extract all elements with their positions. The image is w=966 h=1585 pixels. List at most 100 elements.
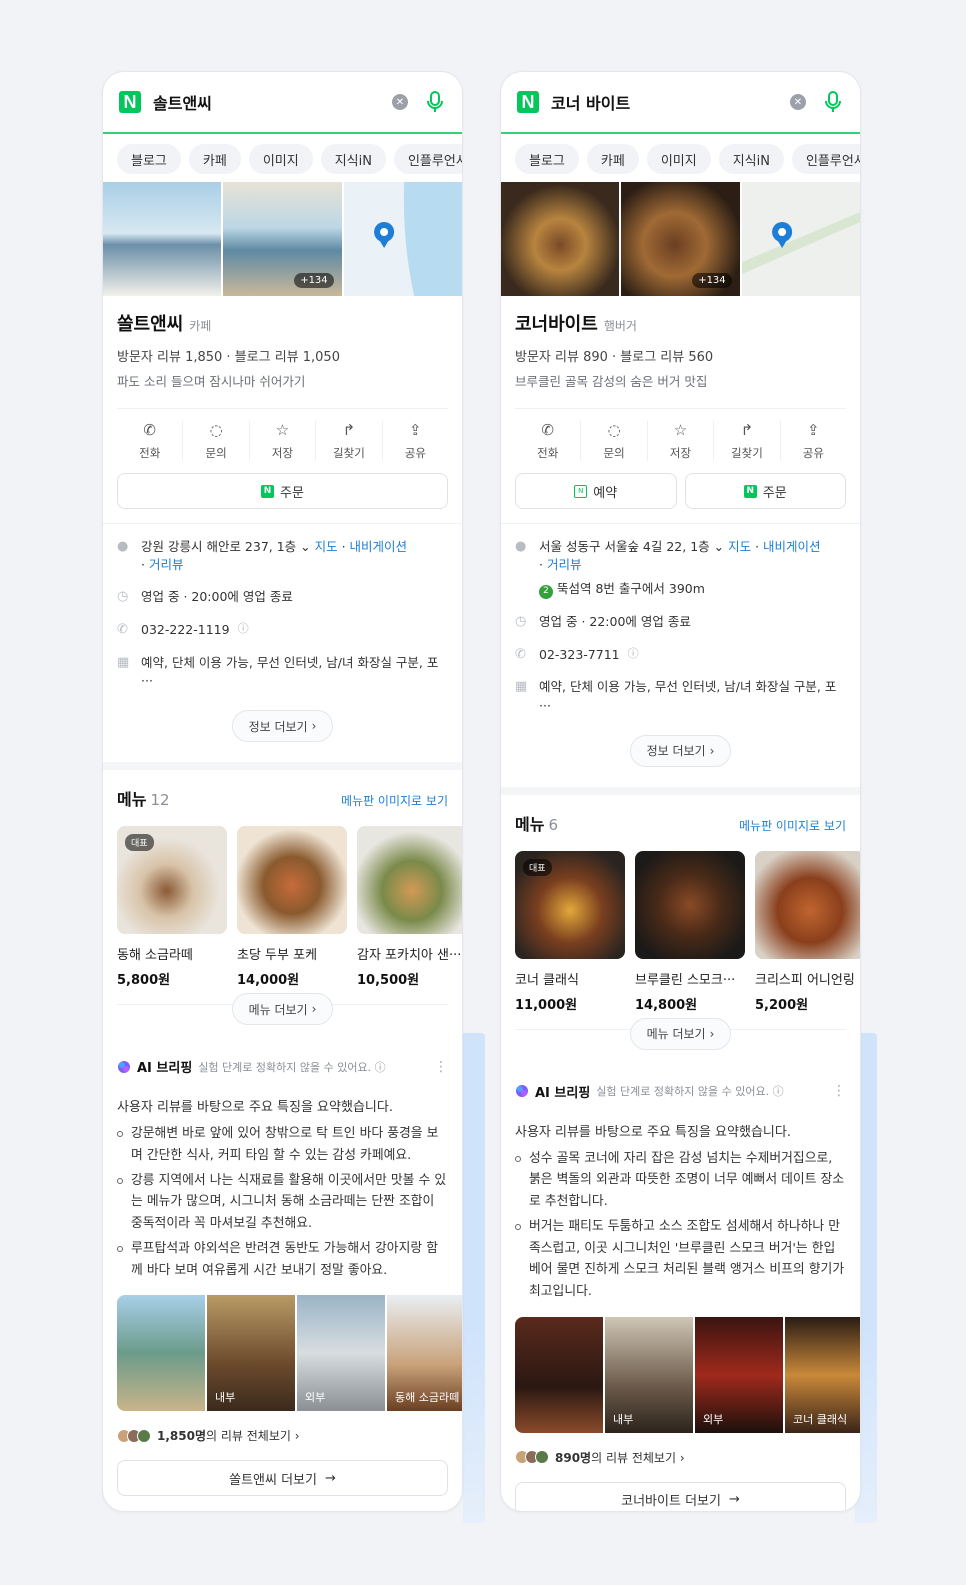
action-star[interactable]: ☆ 저장: [250, 421, 317, 461]
action-phone[interactable]: ✆ 전화: [117, 421, 184, 461]
action-label: 문의: [205, 446, 227, 460]
info-icon[interactable]: ⓘ: [238, 621, 249, 640]
mic-icon[interactable]: [822, 89, 844, 115]
menu-image-link[interactable]: 메뉴판 이미지로 보기: [739, 817, 846, 834]
search-query[interactable]: 코너 바이트: [551, 90, 790, 114]
address[interactable]: 서울 성동구 서울숲 4길 22, 1층: [539, 539, 710, 554]
action-label: 길찾기: [731, 446, 763, 460]
tab-item[interactable]: 블로그: [117, 144, 181, 174]
action-share[interactable]: ⇪ 공유: [383, 421, 448, 461]
phone-row[interactable]: ✆ 032-222-1119 ⓘ: [117, 621, 448, 640]
place-photo[interactable]: +134: [621, 182, 740, 296]
place-photo[interactable]: +134: [223, 182, 342, 296]
photo-count: +134: [294, 273, 334, 288]
navigation-link[interactable]: 내비게이션: [350, 539, 408, 554]
info-more-button[interactable]: 정보 더보기 ›: [231, 710, 334, 743]
naver-logo-icon[interactable]: N: [517, 91, 539, 113]
menu-item[interactable]: 크리스피 어니언링 5,200원: [755, 850, 860, 1013]
action-directions[interactable]: ↱ 길찾기: [714, 421, 781, 461]
map-link[interactable]: 지도: [315, 539, 338, 554]
ai-photo[interactable]: 코너 클래식: [785, 1316, 860, 1433]
ai-photo[interactable]: 동해 소금라떼: [387, 1295, 462, 1412]
ai-photo[interactable]: 내부: [207, 1295, 295, 1412]
street-view-link[interactable]: 거리뷰: [547, 557, 582, 572]
map-link[interactable]: 지도: [728, 539, 751, 554]
tab-item[interactable]: 이미지: [248, 144, 313, 174]
mic-icon[interactable]: [424, 89, 446, 115]
ai-photo[interactable]: 외부: [297, 1295, 385, 1412]
ai-photo[interactable]: 내부: [605, 1316, 693, 1433]
amenities-row[interactable]: ▦ 예약, 단체 이용 가능, 무선 인터넷, 남/녀 화장실 구분, 포···: [515, 678, 846, 714]
info-more-label: 정보 더보기: [646, 744, 706, 759]
info-more-button[interactable]: 정보 더보기 ›: [629, 734, 732, 767]
tab-item[interactable]: 카페: [188, 144, 241, 174]
info-icon[interactable]: ⓘ: [628, 646, 639, 665]
tab-item[interactable]: 인플루언서: [393, 144, 462, 174]
place-photos: +134: [103, 182, 462, 296]
menu-more-button[interactable]: 메뉴 더보기 ›: [629, 1017, 732, 1050]
map-thumbnail[interactable]: [343, 182, 462, 296]
menu-item[interactable]: 대표 동해 소금라떼 5,800원: [117, 826, 227, 988]
place-name[interactable]: 코너바이트: [515, 310, 598, 336]
ai-photo[interactable]: [515, 1316, 603, 1433]
map-thumbnail[interactable]: [741, 182, 860, 296]
pin-icon: ●: [117, 539, 129, 554]
ai-summary: 사용자 리뷰를 바탕으로 주요 특징을 요약했습니다.: [117, 1100, 393, 1116]
reserve-button[interactable]: N 예약: [515, 473, 677, 509]
order-button[interactable]: N 주문: [117, 473, 448, 509]
order-button[interactable]: N 주문: [684, 473, 846, 509]
action-chat[interactable]: ◌ 문의: [183, 421, 250, 461]
place-photo[interactable]: [103, 182, 222, 296]
kebab-icon[interactable]: ⋮: [434, 1059, 448, 1075]
place-photo[interactable]: [501, 182, 620, 296]
action-share[interactable]: ⇪ 공유: [781, 421, 846, 461]
action-directions[interactable]: ↱ 길찾기: [316, 421, 383, 461]
menu-count: 6: [548, 815, 558, 834]
place-more-button[interactable]: 쏠트앤씨 더보기 →: [117, 1460, 448, 1497]
menu-item[interactable]: 대표 코너 클래식 11,000원: [515, 850, 625, 1013]
address-row: ● 서울 성동구 서울숲 4길 22, 1층 ⌄ 지도 · 내비게이션 · 거리…: [515, 538, 846, 599]
tab-item[interactable]: 이미지: [646, 144, 711, 174]
tab-item[interactable]: 지식iN: [320, 144, 386, 174]
menu-image-link[interactable]: 메뉴판 이미지로 보기: [341, 792, 448, 809]
ai-photo[interactable]: [117, 1295, 205, 1412]
naver-logo-icon[interactable]: N: [119, 91, 141, 113]
tab-item[interactable]: 블로그: [515, 144, 579, 174]
action-star[interactable]: ☆ 저장: [648, 421, 715, 461]
review-all-link[interactable]: 890명의 리뷰 전체보기 ›: [515, 1449, 846, 1466]
directions-icon: ↱: [740, 421, 754, 439]
tab-item[interactable]: 인플루언서: [791, 144, 860, 174]
street-view-link[interactable]: 거리뷰: [149, 557, 184, 572]
tab-item[interactable]: 카페: [586, 144, 639, 174]
kebab-icon[interactable]: ⋮: [832, 1083, 846, 1099]
hours-row[interactable]: ◷ 영업 중 · 22:00에 영업 종료: [515, 613, 846, 632]
menu-title: 메뉴 6: [515, 814, 558, 834]
address[interactable]: 강원 강릉시 해안로 237, 1층: [141, 539, 296, 554]
action-chat[interactable]: ◌ 문의: [581, 421, 648, 461]
menu-item[interactable]: 감자 포카치아 샌··· 10,500원: [357, 826, 462, 988]
menu-item[interactable]: 브루클린 스모크··· 14,800원: [635, 850, 745, 1013]
amenities-row[interactable]: ▦ 예약, 단체 이용 가능, 무선 인터넷, 남/녀 화장실 구분, 포···: [117, 654, 448, 690]
review-stats[interactable]: 방문자 리뷰 890 · 블로그 리뷰 560: [515, 346, 846, 365]
phone-row[interactable]: ✆ 02-323-7711 ⓘ: [515, 646, 846, 665]
phone-number: 02-323-7711: [539, 646, 620, 662]
action-phone[interactable]: ✆ 전화: [515, 421, 582, 461]
tab-item[interactable]: 지식iN: [718, 144, 784, 174]
search-query[interactable]: 솔트앤씨: [153, 90, 392, 114]
menu-image: [357, 826, 462, 935]
review-all-link[interactable]: 1,850명의 리뷰 전체보기 ›: [117, 1427, 448, 1444]
place-card: N 코너 바이트 ✕ 블로그 카페 이미지 지식iN 인플루언서 +134 코너…: [500, 71, 861, 1512]
menu-more-button[interactable]: 메뉴 더보기 ›: [231, 993, 334, 1026]
ai-photo[interactable]: 외부: [695, 1316, 783, 1433]
navigation-link[interactable]: 내비게이션: [763, 539, 821, 554]
ai-photo-strip: 내부 외부 코너 클래식: [515, 1316, 860, 1433]
place-more-button[interactable]: 코너바이트 더보기 →: [515, 1481, 846, 1511]
ai-sparkle-icon: [516, 1085, 528, 1098]
review-stats[interactable]: 방문자 리뷰 1,850 · 블로그 리뷰 1,050: [117, 346, 448, 365]
menu-item[interactable]: 초당 두부 포케 14,000원: [237, 826, 347, 988]
place-name[interactable]: 쏠트앤씨: [117, 310, 183, 336]
clear-icon[interactable]: ✕: [790, 94, 806, 110]
action-label: 문의: [603, 446, 625, 460]
clear-icon[interactable]: ✕: [392, 94, 408, 110]
hours-row[interactable]: ◷ 영업 중 · 20:00에 영업 종료: [117, 588, 448, 607]
